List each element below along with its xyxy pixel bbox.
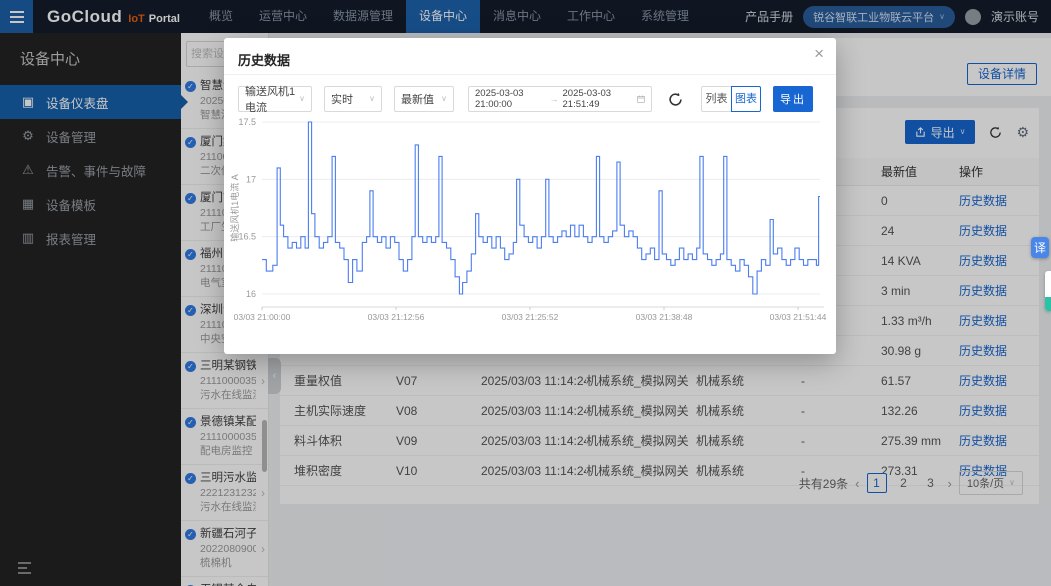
refresh-icon[interactable] (668, 92, 683, 107)
svg-text:输送风机1电流 A: 输送风机1电流 A (229, 174, 240, 242)
svg-text:03/03 21:38:48: 03/03 21:38:48 (636, 312, 693, 322)
history-data-modal: 历史数据 × 输送风机1电流∨ 实时∨ 最新值∨ 2025-03-03 21:0… (224, 38, 836, 354)
svg-text:17.5: 17.5 (238, 117, 256, 127)
modal-export-button[interactable]: 导出 (773, 86, 813, 112)
modal-toolbar: 输送风机1电流∨ 实时∨ 最新值∨ 2025-03-03 21:00:00 → … (238, 86, 828, 112)
svg-text:16: 16 (246, 289, 256, 299)
svg-text:03/03 21:51:44: 03/03 21:51:44 (770, 312, 827, 322)
date-range-picker[interactable]: 2025-03-03 21:00:00 → 2025-03-03 21:51:4… (468, 86, 652, 112)
translate-extension-badge[interactable]: 译 (1031, 237, 1049, 258)
floating-widget-sliver[interactable] (1045, 271, 1051, 311)
view-toggle: 列表 图表 (701, 86, 761, 112)
modal-title: 历史数据 (238, 50, 290, 69)
svg-text:03/03 21:25:52: 03/03 21:25:52 (502, 312, 559, 322)
date-start: 2025-03-03 21:00:00 (475, 88, 546, 110)
list-view-option[interactable]: 列表 (701, 86, 731, 112)
chevron-down-icon: ∨ (299, 95, 305, 103)
svg-text:03/03 21:12:56: 03/03 21:12:56 (368, 312, 425, 322)
date-end: 2025-03-03 21:51:49 (563, 88, 634, 110)
close-icon[interactable]: × (814, 44, 824, 64)
chart-view-option[interactable]: 图表 (731, 86, 761, 112)
attribute-select[interactable]: 输送风机1电流∨ (238, 86, 312, 112)
screen: GoCloud IoT Portal 概览 运营中心 数据源管理 设备中心 消息… (0, 0, 1051, 586)
aggregate-select[interactable]: 最新值∨ (394, 86, 454, 112)
svg-text:03/03 21:00:00: 03/03 21:00:00 (234, 312, 291, 322)
chevron-down-icon: ∨ (441, 95, 447, 103)
svg-text:16.5: 16.5 (238, 232, 256, 242)
svg-text:17: 17 (246, 174, 256, 184)
chevron-down-icon: ∨ (369, 95, 375, 103)
history-line-chart: 16 16.5 17 17.5 03/03 21:00:00 03/03 21:12:56… (224, 112, 836, 332)
arrow-right-icon: → (550, 94, 559, 104)
divider (224, 74, 836, 75)
mode-select[interactable]: 实时∨ (324, 86, 382, 112)
calendar-icon (637, 94, 645, 104)
